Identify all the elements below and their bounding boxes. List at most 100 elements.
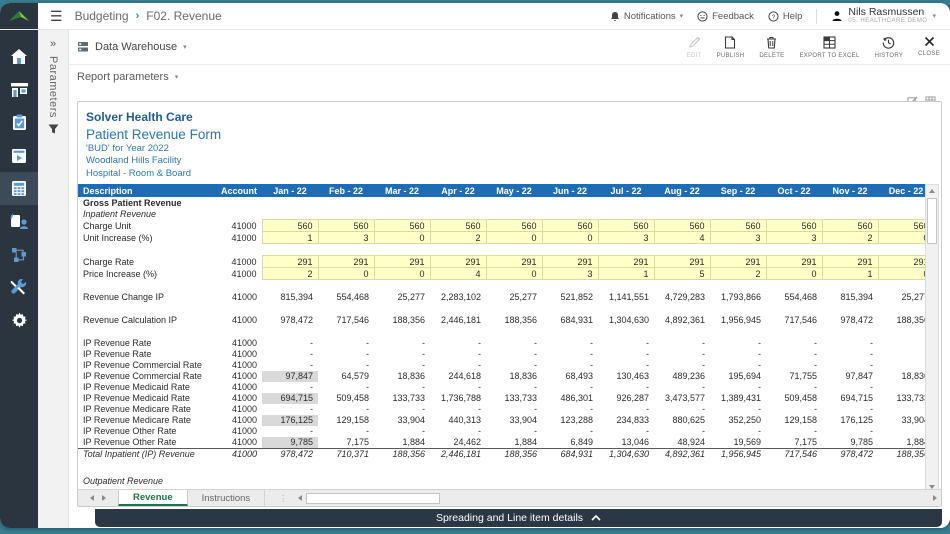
input-cell[interactable]: 2 [710,268,766,280]
input-cell[interactable]: 291 [822,256,878,268]
input-cell[interactable]: 291 [878,256,925,268]
tab-instructions[interactable]: Instructions [188,490,266,506]
row-label: Revenue Calculation IP [78,315,210,326]
input-cell[interactable]: 560 [654,220,710,232]
input-cell[interactable]: 5 [654,268,710,280]
input-cell[interactable]: 3 [710,232,766,244]
value-cell: - [430,404,486,415]
input-cell[interactable]: 0 [486,232,542,244]
scroll-left-icon[interactable] [294,493,306,504]
feedback-button[interactable]: Feedback [697,11,754,22]
input-cell[interactable]: 560 [598,220,654,232]
input-cell[interactable]: 0 [878,268,925,280]
spacer-row [78,326,925,338]
input-cell[interactable]: 4 [430,268,486,280]
notifications-menu[interactable]: Notifications ▾ [610,11,683,22]
input-cell[interactable]: 291 [654,256,710,268]
input-cell[interactable]: 560 [822,220,878,232]
input-cell[interactable]: 291 [542,256,598,268]
input-cell[interactable]: 560 [486,220,542,232]
input-cell[interactable]: 560 [542,220,598,232]
input-cell[interactable]: 3 [598,232,654,244]
splitter-handle[interactable]: ⋮ [279,494,288,503]
vertical-scrollbar[interactable] [925,184,939,494]
value-cell: 978,472 [262,315,318,326]
row-account: 41000 [210,220,262,232]
input-cell[interactable]: 291 [318,256,374,268]
value-cell: - [262,349,318,360]
input-cell[interactable]: 3 [542,268,598,280]
input-cell[interactable]: 291 [486,256,542,268]
spreading-details-expander[interactable]: Spreading and Line item details [95,509,942,527]
breadcrumb-section[interactable]: Budgeting [75,9,129,23]
value-cell: - [430,426,486,437]
data-source-select[interactable]: Data Warehouse ▾ [77,41,187,53]
input-cell[interactable]: 0 [878,232,925,244]
input-cell[interactable]: 2 [430,232,486,244]
sidebar-item-tasks[interactable] [0,106,38,139]
input-cell[interactable]: 0 [486,268,542,280]
value-cell: 521,852 [542,292,598,303]
value-cell: - [878,404,925,415]
sidebar-item-reports[interactable] [0,139,38,172]
input-cell[interactable]: 291 [766,256,822,268]
input-cell[interactable]: 1 [822,268,878,280]
value-cell: 188,356 [374,315,430,326]
close-button[interactable]: CLOSE [918,36,940,59]
input-cell[interactable]: 291 [598,256,654,268]
input-cell[interactable]: 2 [262,268,318,280]
input-cell[interactable]: 3 [766,232,822,244]
help-label: Help [783,11,803,22]
input-cell[interactable]: 560 [318,220,374,232]
input-cell[interactable]: 560 [262,220,318,232]
input-cell[interactable]: 291 [430,256,486,268]
input-cell[interactable]: 2 [822,232,878,244]
input-cell[interactable]: 0 [542,232,598,244]
input-cell[interactable]: 0 [766,268,822,280]
horizontal-scroll-thumb[interactable] [306,493,440,504]
edit-button[interactable]: EDIT [687,36,702,59]
sidebar-item-assignments[interactable] [0,205,38,238]
sidebar-item-settings[interactable] [0,304,38,337]
input-cell[interactable]: 3 [318,232,374,244]
sidebar-item-tools[interactable] [0,271,38,304]
export-to-excel-button[interactable]: EXPORT TO EXCEL [800,36,860,59]
value-cell [710,208,766,220]
value-cell: - [822,382,878,393]
vertical-scroll-thumb[interactable] [927,198,937,244]
user-menu[interactable]: Nils Rasmussen 05. Healthcare Demo ▾ [831,7,936,24]
scroll-right-icon[interactable] [929,493,941,504]
tab-prev-icon[interactable] [90,495,94,501]
input-cell[interactable]: 560 [710,220,766,232]
input-cell[interactable]: 4 [654,232,710,244]
report-parameters-toggle[interactable]: Report parameters ▾ [69,65,950,89]
input-cell[interactable]: 291 [374,256,430,268]
publish-button[interactable]: PUBLISH [717,36,745,59]
input-cell[interactable]: 560 [878,220,925,232]
menu-icon[interactable]: ☰ [50,9,63,23]
input-cell[interactable]: 1 [262,232,318,244]
input-cell[interactable]: 560 [766,220,822,232]
sidebar-item-workflow[interactable] [0,238,38,271]
horizontal-scrollbar[interactable] [294,493,941,504]
sidebar-item-organization[interactable] [0,73,38,106]
history-button[interactable]: HISTORY [875,36,904,59]
sidebar-item-home[interactable] [0,40,38,73]
sidebar-item-forms[interactable] [0,172,38,205]
filter-icon[interactable] [48,124,59,134]
solver-logo[interactable] [0,3,38,29]
input-cell[interactable]: 560 [430,220,486,232]
input-cell[interactable]: 560 [374,220,430,232]
expand-panel-icon[interactable]: » [50,38,56,50]
input-cell[interactable]: 0 [318,268,374,280]
help-button[interactable]: ? Help [768,11,803,22]
tab-revenue[interactable]: Revenue [118,490,188,506]
input-cell[interactable]: 291 [710,256,766,268]
scroll-up-icon[interactable] [926,185,938,197]
tab-next-icon[interactable] [102,495,106,501]
delete-button[interactable]: DELETE [759,36,784,59]
input-cell[interactable]: 0 [374,268,430,280]
input-cell[interactable]: 1 [598,268,654,280]
input-cell[interactable]: 0 [374,232,430,244]
input-cell[interactable]: 291 [262,256,318,268]
